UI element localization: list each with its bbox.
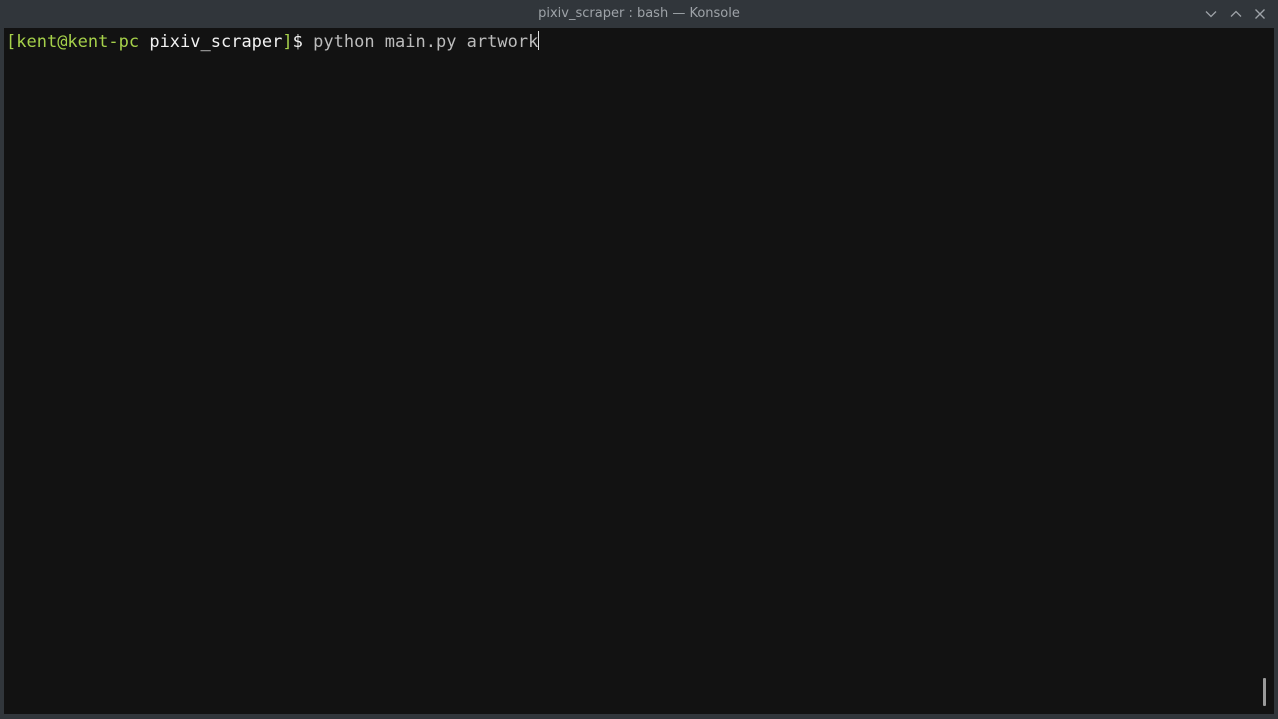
prompt-symbol: $	[292, 32, 303, 52]
window-title: pixiv_scraper : bash — Konsole	[538, 6, 740, 21]
chevron-up-icon	[1227, 5, 1245, 23]
titlebar[interactable]: pixiv_scraper : bash — Konsole	[0, 0, 1278, 28]
terminal-area[interactable]: [kent@kent-pc pixiv_scraper]$ python mai…	[4, 28, 1274, 714]
chevron-down-icon	[1202, 5, 1220, 23]
close-icon	[1251, 5, 1269, 23]
prompt-open-bracket: [	[6, 32, 17, 52]
command-text: python main.py artwork	[313, 32, 539, 52]
minimize-button[interactable]	[1202, 5, 1220, 23]
command-line: [kent@kent-pc pixiv_scraper]$ python mai…	[6, 31, 540, 53]
prompt-close-bracket: ]	[282, 32, 293, 52]
maximize-button[interactable]	[1227, 5, 1245, 23]
prompt-directory: pixiv_scraper	[149, 32, 283, 52]
prompt-user-host: kent@kent-pc	[16, 32, 140, 52]
konsole-window: pixiv_scraper : bash — Konsole [kent@ken…	[0, 0, 1278, 719]
close-button[interactable]	[1251, 5, 1269, 23]
scrollbar-handle[interactable]	[1263, 678, 1266, 706]
text-cursor	[538, 31, 540, 50]
